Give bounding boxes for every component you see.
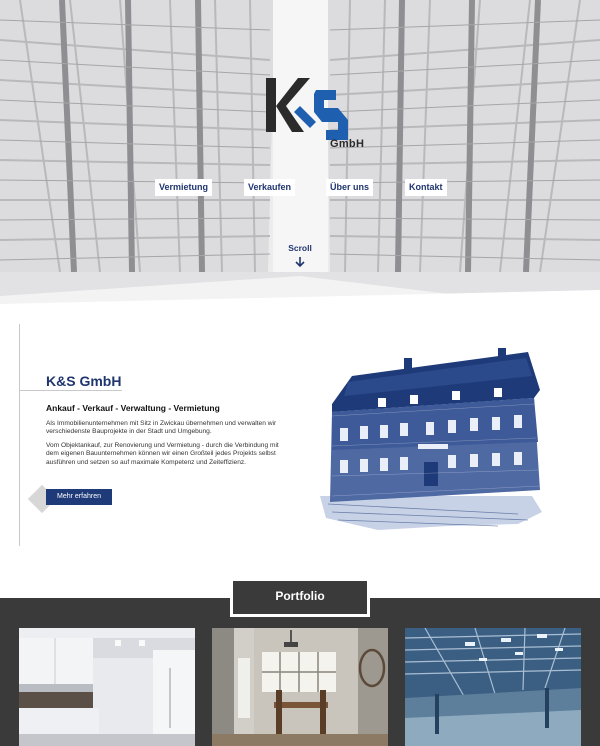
- services-subtitle: Ankauf - Verkauf - Verwaltung - Vermietu…: [46, 403, 220, 413]
- main-navigation: Vermietung Verkaufen Über uns Kontakt: [155, 179, 447, 197]
- intro-paragraph: Als Immobilienunternehmen mit Sitz in Zw…: [46, 420, 277, 436]
- logo-suffix: GmbH: [330, 138, 365, 150]
- nav-item-kontakt[interactable]: Kontakt: [405, 179, 447, 196]
- decorative-vertical-line: [19, 324, 20, 546]
- more-info-button[interactable]: Mehr erfahren: [46, 489, 112, 505]
- warehouse-photo: [405, 628, 581, 746]
- portfolio-tile-warehouse[interactable]: [405, 628, 581, 746]
- hero-section: GmbH Vermietung Verkaufen Über uns Konta…: [0, 0, 600, 312]
- portfolio-title: Portfolio: [275, 589, 325, 603]
- arrow-down-icon[interactable]: [294, 256, 306, 268]
- kitchen-photo: [19, 628, 195, 746]
- portfolio-tile-dining[interactable]: [212, 628, 388, 746]
- building-illustration: [320, 348, 542, 530]
- decorative-horizontal-line: [19, 390, 122, 391]
- nav-item-vermietung[interactable]: Vermietung: [155, 179, 213, 196]
- nav-item-ueber-uns[interactable]: Über uns: [326, 179, 374, 196]
- company-title: K&S GmbH: [46, 373, 122, 389]
- portfolio-tile-kitchen[interactable]: [19, 628, 195, 746]
- scroll-indicator[interactable]: Scroll: [282, 243, 318, 268]
- nav-item-verkaufen[interactable]: Verkaufen: [244, 179, 296, 196]
- description-paragraph: Vom Objektankauf, zur Renovierung und Ve…: [46, 442, 279, 466]
- dining-room-photo: [212, 628, 388, 746]
- scroll-label: Scroll: [288, 243, 312, 253]
